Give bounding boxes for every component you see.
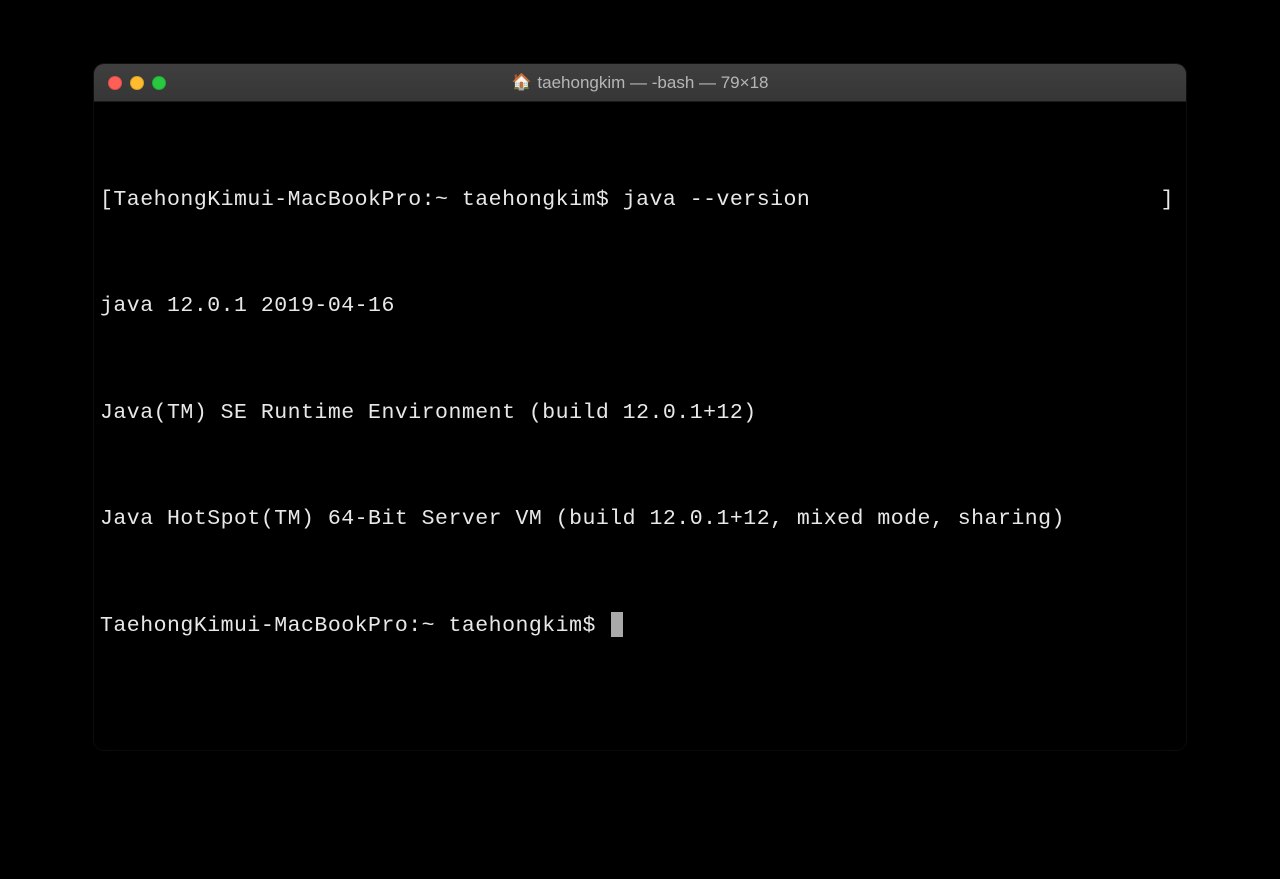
maximize-icon[interactable] bbox=[152, 76, 166, 90]
window-title-area: 🏠 taehongkim — -bash — 79×18 bbox=[94, 73, 1186, 93]
current-prompt-line: TaehongKimui-MacBookPro:~ taehongkim$ bbox=[100, 609, 1180, 644]
terminal-line: [TaehongKimui-MacBookPro:~ taehongkim$ j… bbox=[100, 183, 1180, 218]
traffic-lights bbox=[94, 76, 166, 90]
close-icon[interactable] bbox=[108, 76, 122, 90]
minimize-icon[interactable] bbox=[130, 76, 144, 90]
titlebar[interactable]: 🏠 taehongkim — -bash — 79×18 bbox=[94, 64, 1186, 102]
prompt-text: TaehongKimui-MacBookPro:~ taehongkim$ bbox=[100, 609, 609, 644]
terminal-output-line: Java HotSpot(TM) 64-Bit Server VM (build… bbox=[100, 502, 1180, 537]
cursor-icon bbox=[611, 612, 623, 637]
prompt-text: TaehongKimui-MacBookPro:~ taehongkim$ bbox=[113, 188, 622, 212]
terminal-output-line: Java(TM) SE Runtime Environment (build 1… bbox=[100, 396, 1180, 431]
left-bracket: [ bbox=[100, 188, 113, 212]
command-text: java --version bbox=[623, 188, 811, 212]
home-icon: 🏠 bbox=[512, 75, 532, 91]
window-title: taehongkim — -bash — 79×18 bbox=[537, 73, 768, 93]
terminal-output-line: java 12.0.1 2019-04-16 bbox=[100, 289, 1180, 324]
terminal-body[interactable]: [TaehongKimui-MacBookPro:~ taehongkim$ j… bbox=[94, 102, 1186, 750]
right-bracket: ] bbox=[1161, 183, 1174, 218]
terminal-window: 🏠 taehongkim — -bash — 79×18 [TaehongKim… bbox=[94, 64, 1186, 750]
